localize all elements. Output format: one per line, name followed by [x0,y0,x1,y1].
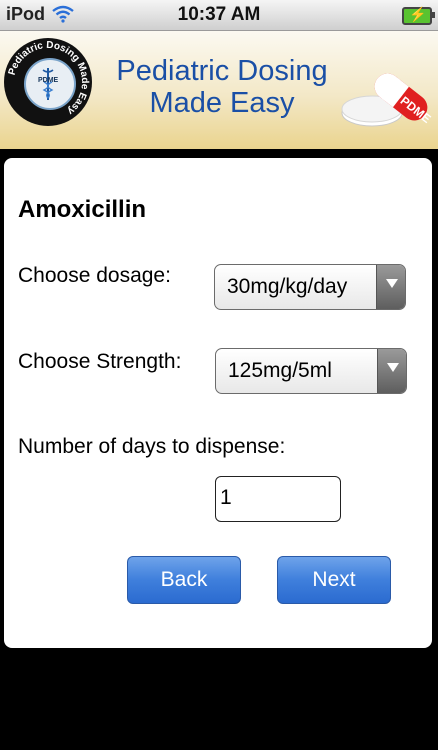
days-input[interactable] [220,486,330,510]
drug-name-heading: Amoxicillin [18,196,147,223]
app-title-line1: Pediatric Dosing [116,55,328,87]
seal-abbrev: PDME [38,77,59,84]
next-button[interactable]: Next [277,556,391,604]
dosage-label: Choose dosage: [18,264,171,287]
dosing-form-card: Amoxicillin Choose dosage: 30mg/kg/day C… [4,158,432,648]
strength-label: Choose Strength: [18,350,182,373]
back-button[interactable]: Back [127,556,241,604]
status-clock: 10:37 AM [177,4,261,25]
chevron-down-icon[interactable] [376,265,405,309]
strength-select-value: 125mg/5ml [228,359,332,382]
days-field[interactable] [215,476,341,522]
battery-charging-icon: ⚡ [402,6,435,25]
dosage-select[interactable]: 30mg/kg/day [214,264,406,310]
app-title-line2: Made Easy [149,87,295,119]
strength-select[interactable]: 125mg/5ml [215,348,407,394]
chevron-down-icon[interactable] [377,349,406,393]
app-banner: Pediatric Dosing Made Easy PDME Pediatri… [0,31,438,149]
caduceus-icon [42,68,54,100]
app-title: Pediatric Dosing Made Easy [100,55,344,119]
pdme-seal-logo: Pediatric Dosing Made Easy PDME [4,38,92,126]
dosage-select-value: 30mg/kg/day [227,275,348,298]
status-bar: iPod 10:37 AM ⚡ [0,0,438,31]
pills-icon: PDME [341,73,434,127]
days-label: Number of days to dispense: [18,435,286,458]
